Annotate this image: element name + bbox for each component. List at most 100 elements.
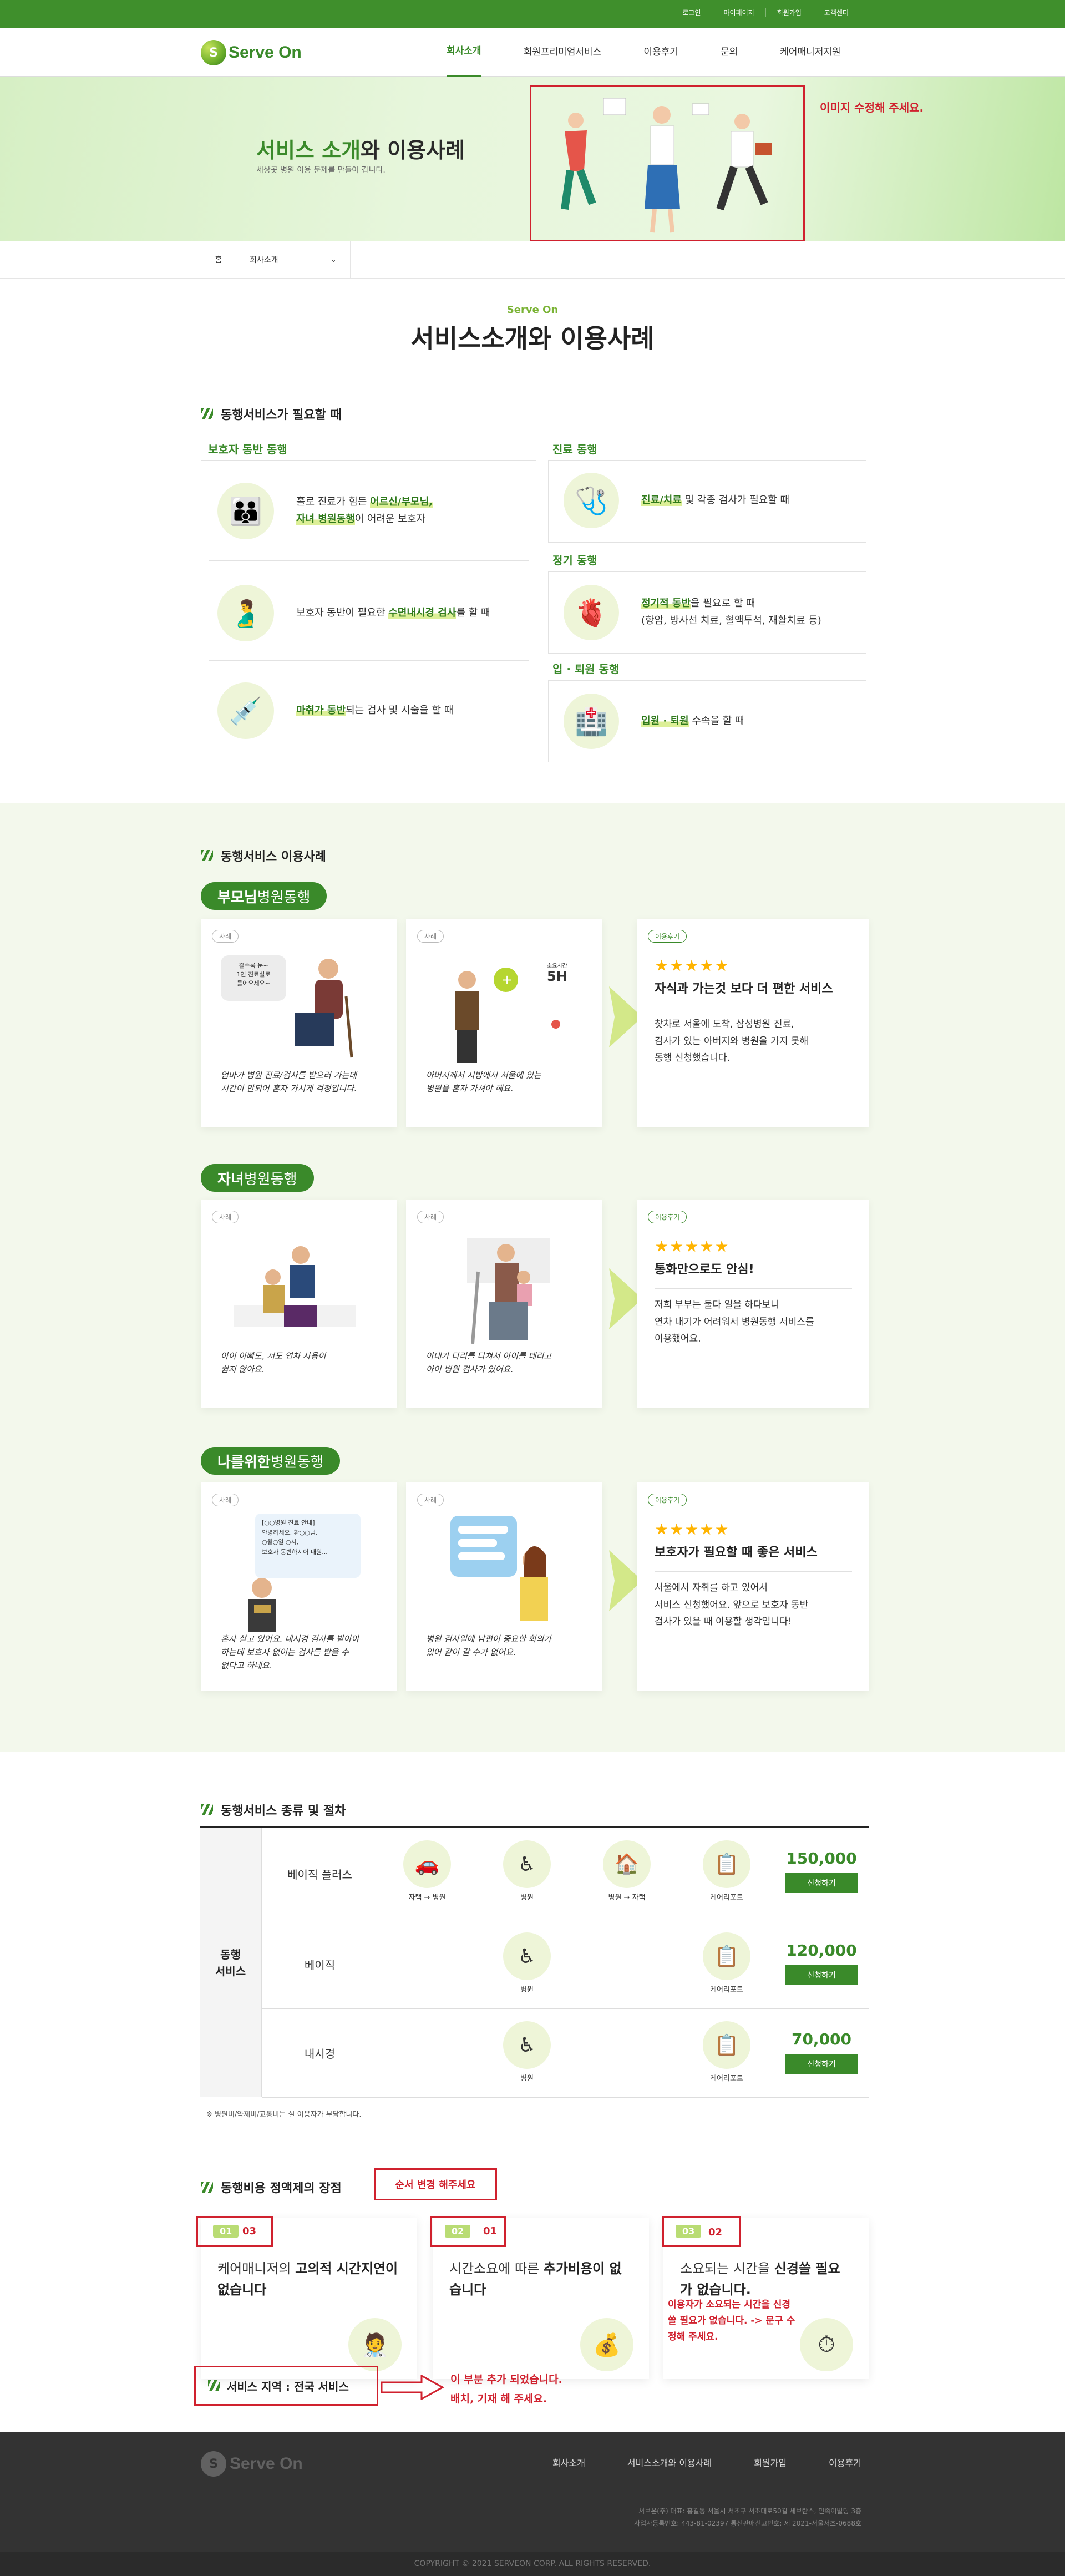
speech-bubble: 갈수록 눈~ 1인 진료실로 들어오세요~ (221, 955, 286, 1001)
case-card: 사례 갈수록 눈~ 1인 진료실로 들어오세요~ 엄마가 병원 진료/검사를 받… (201, 919, 397, 1127)
nav-inquiry[interactable]: 문의 (721, 28, 738, 77)
hero-illustration (561, 98, 772, 233)
review-body: 서울에서 자취를 하고 있어서 서비스 신청했어요. 앞으로 보호자 동반 검사… (655, 1571, 852, 1631)
breadcrumb-current: 회사소개 (250, 256, 278, 265)
main-nav: 회사소개 회원프리미엄서비스 이용후기 문의 케어매니저지원 (447, 28, 883, 77)
elderly-family-icon: 👪 (217, 483, 274, 539)
logo-mark-icon: S (201, 2451, 226, 2477)
case-illustration (406, 1510, 602, 1632)
case-card: 사례 병원 검사일에 남편이 중요한 회의가 있어 같이 갈 수가 없어요. (406, 1482, 602, 1691)
breadcrumb-home[interactable]: 홈 (201, 241, 236, 279)
footer-link[interactable]: 회사소개 (552, 2456, 585, 2469)
hospital-notice-bubble: [○○병원 진료 안내] 안녕하세요, 환○○님. ○월○일 ○시, 보호자 동… (255, 1514, 361, 1578)
price-block: 70,000 신청하기 (785, 2030, 858, 2074)
hospital-building-icon: 🏥 (564, 694, 619, 749)
procedure-step: ♿ 병원 (494, 1840, 560, 1902)
guardian-item-3: 💉 마취가 동반되는 검사 및 시술을 할 때 (217, 682, 453, 739)
case-group-pill: 자녀 병원동행 (201, 1164, 314, 1192)
review-tag: 이용후기 (648, 1211, 687, 1223)
anesthesia-syringe-icon: 💉 (217, 682, 274, 739)
admission-item: 🏥 입원 · 퇴원 수속을 할 때 (564, 694, 744, 749)
duration-badge: 소요시간 5H (547, 963, 567, 984)
hero-illustration-box (530, 85, 805, 242)
case-card: 사례 아내가 다리를 다쳐서 아이를 데리고 아이 병원 검사가 있어요. (406, 1200, 602, 1408)
caregiver-icon: 🧑‍⚕️ (348, 2318, 402, 2371)
page-title: 서비스소개와 이용사례 (410, 323, 655, 353)
mypage-link[interactable]: 마이페이지 (712, 8, 765, 17)
clipboard-report-icon: 📋 (703, 2021, 750, 2069)
case-quote: 혼자 살고 있어요. 내시경 검사를 받아야 하는데 보호자 없이는 검사를 받… (221, 1634, 359, 1671)
case-group-pill: 나를위한 병원동행 (201, 1447, 341, 1475)
apply-button[interactable]: 신청하기 (785, 1873, 858, 1893)
calendar-health-icon: 🫀 (564, 585, 619, 640)
review-title: 통화만으로도 안심! (655, 1263, 754, 1277)
slash-icon (201, 850, 213, 861)
case-illustration: [○○병원 진료 안내] 안녕하세요, 환○○님. ○월○일 ○시, 보호자 동… (201, 1510, 397, 1632)
number-revision-box: 02 (662, 2216, 741, 2247)
copyright: COPYRIGHT © 2021 SERVEON CORP. ALL RIGHT… (0, 2552, 1065, 2576)
clinic-label: 진료 동행 (552, 443, 597, 456)
price: 120,000 (786, 1941, 857, 1960)
footer-link[interactable]: 이용후기 (829, 2456, 861, 2469)
customer-center-link[interactable]: 고객센터 (812, 8, 860, 17)
cases-heading: 동행서비스 이용사례 (201, 847, 326, 864)
case-quote: 병원 검사일에 남편이 중요한 회의가 있어 같이 갈 수가 없어요. (426, 1634, 552, 1657)
case-tag: 사례 (417, 1211, 444, 1223)
clipboard-report-icon: 📋 (703, 1932, 750, 1980)
procedure-step: 🚗 자택 → 병원 (394, 1840, 460, 1902)
order-change-note: 순서 변경 해주세요 (374, 2168, 497, 2200)
breadcrumb-select[interactable]: 회사소개 ⌄ (236, 241, 351, 279)
apply-button[interactable]: 신청하기 (785, 2054, 858, 2074)
nav-premium[interactable]: 회원프리미엄서비스 (524, 28, 602, 77)
hero-title: 서비스 소개와 이용사례 (256, 138, 465, 163)
nav-caremanager[interactable]: 케어매니저지원 (780, 28, 840, 77)
case-quote: 아이 아빠도, 저도 연차 사용이 쉽지 않아요. (221, 1351, 326, 1374)
signup-link[interactable]: 회원가입 (765, 8, 813, 17)
footer-nav: 회사소개 서비스소개와 이용사례 회원가입 이용후기 (552, 2456, 861, 2469)
login-link[interactable]: 로그인 (671, 8, 712, 17)
slash-icon (201, 2182, 213, 2193)
nav-company[interactable]: 회사소개 (447, 28, 481, 77)
case-group-pill: 부모님 병원동행 (201, 882, 327, 910)
review-tag: 이용후기 (648, 1494, 687, 1506)
price: 150,000 (786, 1849, 857, 1868)
need-heading: 동행서비스가 필요할 때 (201, 405, 342, 423)
old-man-map-illustration: + (455, 968, 560, 1063)
section-eyebrow: Serve On (506, 304, 559, 316)
case-illustration: 갈수록 눈~ 1인 진료실로 들어오세요~ (201, 947, 397, 1069)
mother-crutch-illustration (467, 1238, 550, 1344)
footer-link[interactable]: 서비스소개와 이용사례 (627, 2456, 712, 2469)
item3-revision-note: 이용자가 소요되는 시간을 신경쓸 필요가 없습니다. -> 문구 수정해 주세… (668, 2299, 795, 2342)
service-region-text: 서비스 지역 : 전국 서비스 (227, 2380, 349, 2393)
procedure-heading: 동행서비스 종류 및 절차 (201, 1801, 346, 1819)
review-title: 보호자가 필요할 때 좋은 서비스 (655, 1546, 818, 1560)
guardian-label: 보호자 동반 동행 (208, 443, 287, 456)
wheelchair-escort-icon: ♿ (503, 1932, 551, 1980)
clipboard-report-icon: 📋 (703, 1840, 750, 1888)
admission-label: 입 · 퇴원 동행 (552, 662, 620, 676)
svg-text:+: + (501, 972, 513, 988)
family-books-illustration (234, 1246, 356, 1327)
site-logo[interactable]: S Serve On (201, 40, 302, 65)
clinic-item: 🩺 진료/치료 및 각종 검사가 필요할 때 (564, 473, 789, 528)
table-row: 베이직 ♿ 병원 📋 케어리포트 120,000 신청하기 (262, 1920, 869, 2009)
apply-button[interactable]: 신청하기 (785, 1965, 858, 1985)
wheelchair-escort-icon: ♿ (503, 2021, 551, 2069)
review-title: 자식과 가는것 보다 더 편한 서비스 (655, 982, 833, 996)
nav-reviews[interactable]: 이용후기 (643, 28, 678, 77)
case-tag: 사례 (417, 930, 444, 943)
procedure-step: ♿ 병원 (494, 2021, 560, 2083)
top-utility-bar: 로그인 마이페이지 회원가입 고객센터 (0, 0, 1065, 28)
case-tag: 사례 (212, 1211, 239, 1223)
procedure-step: ♿ 병원 (494, 1932, 560, 1994)
case-quote: 엄마가 병원 진료/검사를 받으러 가는데 시간이 안되어 혼자 가시게 걱정입… (221, 1070, 357, 1094)
case-illustration: + 소요시간 5H (406, 947, 602, 1069)
procedure-step: 📋 케어리포트 (693, 2021, 760, 2083)
footer-link[interactable]: 회원가입 (754, 2456, 787, 2469)
review-card: 이용후기 ★★★★★ 보호자가 필요할 때 좋은 서비스 서울에서 자취를 하고… (637, 1482, 869, 1691)
regular-label: 정기 동행 (552, 554, 597, 567)
money-person-icon: 💰 (580, 2318, 633, 2371)
advantage-text: 소요되는 시간을 신경쓸 필요가 없습니다. (680, 2261, 840, 2298)
footer-logo[interactable]: S Serve On (201, 2451, 303, 2477)
region-revision-note: 이 부분 추가 되었습니다. 배치, 기재 해 주세요. (450, 2373, 562, 2406)
